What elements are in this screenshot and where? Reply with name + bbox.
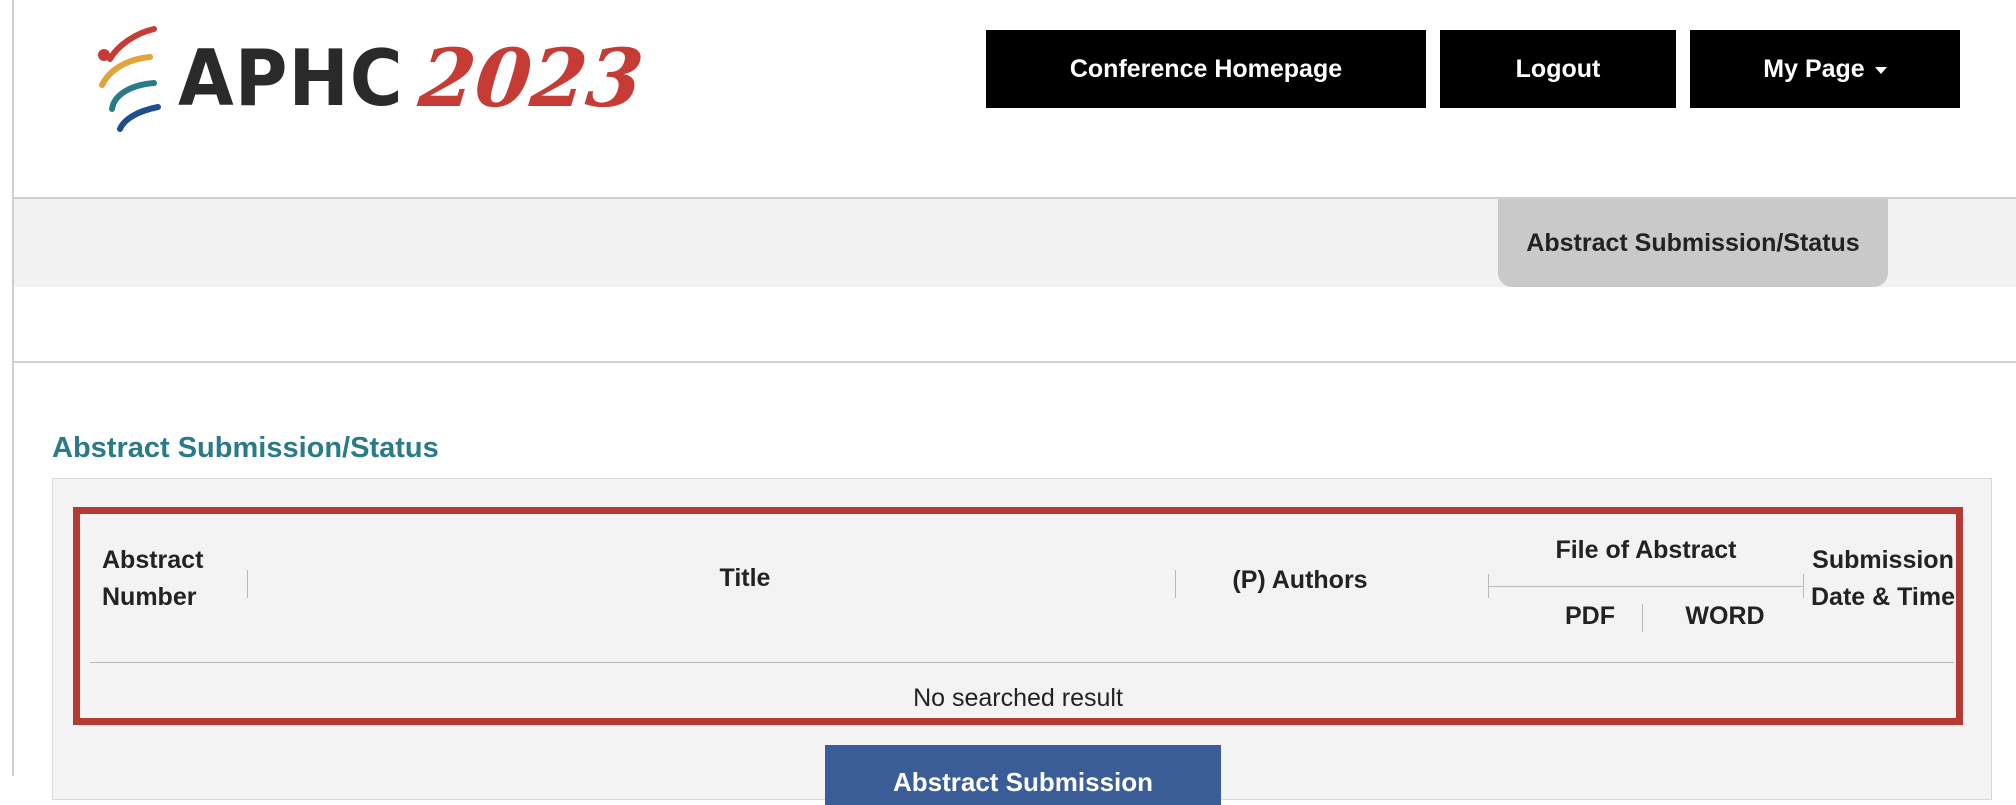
header-separator [1803,574,1804,598]
logo-year: 2023 [414,31,648,125]
my-page-label: My Page [1763,54,1865,83]
logo-mark-icon [98,26,161,132]
section-divider [14,361,2016,363]
site-header: APHC 2023 Conference Homepage Logout My … [14,0,2016,199]
section-title: Abstract Submission/Status [52,432,439,464]
logout-button[interactable]: Logout [1440,30,1676,108]
col-pdf: PDF [1565,602,1615,630]
conference-homepage-button[interactable]: Conference Homepage [986,30,1426,108]
abstract-table: Abstract Number Title (P) Authors File o… [73,507,1963,725]
header-separator [1175,570,1176,598]
top-nav: Conference Homepage Logout My Page [986,30,1960,108]
col-submission-date: Submission Date & Time [1808,542,1958,616]
file-group-rule [1488,586,1804,587]
col-abstract-number-line2: Number [102,583,197,611]
header-separator [1488,574,1489,598]
aphc-logo[interactable]: APHC 2023 [84,22,647,134]
caret-down-icon [1874,66,1887,74]
col-authors: (P) Authors [1232,566,1368,594]
col-submission-line2: Date & Time [1810,583,1956,611]
header-separator [1642,604,1643,632]
tab-abstract-submission-status[interactable]: Abstract Submission/Status [1498,199,1888,287]
table-header-rule [90,662,1954,663]
sub-navigation: Abstract Submission/Status [14,199,2016,287]
logo-text: APHC [178,32,404,124]
abstract-submission-button[interactable]: Abstract Submission [825,745,1221,805]
col-abstract-number-line1: Abstract [102,546,204,574]
empty-table-message: No searched result [913,684,1123,712]
col-submission-line1: Submission [1812,546,1954,574]
abstract-panel: Abstract Number Title (P) Authors File o… [52,478,1992,805]
col-abstract-number: Abstract Number [102,542,222,616]
col-file-of-abstract: File of Abstract [1555,536,1737,564]
my-page-dropdown[interactable]: My Page [1690,30,1960,108]
col-title: Title [719,564,771,592]
header-separator [247,570,248,598]
col-word: WORD [1685,602,1765,630]
